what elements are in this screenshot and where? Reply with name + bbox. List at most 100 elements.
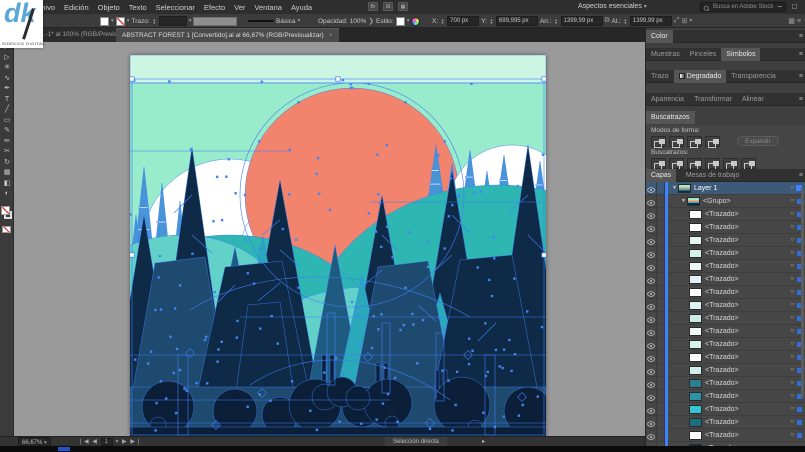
rotate-tool[interactable]: ↻ [0, 158, 14, 169]
lock-toggle[interactable] [657, 337, 665, 351]
target-circle-icon[interactable]: ○ [790, 185, 794, 191]
shape-mode-minus-front-button[interactable] [669, 135, 684, 148]
lock-toggle[interactable] [657, 182, 665, 195]
target-circle-icon[interactable]: ○ [790, 263, 794, 269]
stroke-weight-field[interactable] [158, 16, 187, 26]
line-segment-tool[interactable]: ╱ [0, 105, 14, 116]
y-field[interactable]: 699,995 px [495, 16, 538, 26]
target-circle-icon[interactable]: ○ [790, 393, 794, 399]
panel-menu-icon[interactable]: ≡ [799, 48, 803, 61]
lock-toggle[interactable] [657, 233, 665, 247]
layer-name[interactable]: <Trazado> [705, 432, 739, 439]
pathfinder-trim-button[interactable] [669, 157, 684, 170]
lock-toggle[interactable] [657, 272, 665, 286]
visibility-eye-icon[interactable] [646, 220, 657, 234]
pathfinder-minus-back-button[interactable] [741, 157, 756, 170]
layer-row[interactable]: <Trazado> ○ [646, 415, 805, 429]
lock-toggle[interactable] [657, 428, 665, 442]
target-circle-icon[interactable]: ○ [790, 380, 794, 386]
target-circle-icon[interactable]: ○ [790, 419, 794, 425]
fill-proxy-none[interactable] [1, 206, 10, 215]
visibility-eye-icon[interactable] [646, 350, 657, 364]
target-circle-icon[interactable]: ○ [790, 302, 794, 308]
visibility-eye-icon[interactable] [646, 389, 657, 403]
workspace-switcher[interactable]: Aspectos esenciales ▾ [578, 0, 647, 14]
menu-ayuda[interactable]: Ayuda [291, 3, 312, 12]
tab-alinear[interactable]: Alinear [737, 93, 769, 106]
expand-chevron-icon[interactable]: ▼ [671, 185, 678, 191]
layer-name[interactable]: Layer 1 [694, 185, 717, 192]
menu-edición[interactable]: Edición [64, 3, 89, 12]
visibility-eye-icon[interactable] [646, 272, 657, 286]
panel-menu-icon[interactable]: ≡ [799, 93, 803, 106]
visibility-eye-icon[interactable] [646, 415, 657, 429]
arrange-documents-icon[interactable]: ▦ [398, 2, 408, 11]
target-circle-icon[interactable]: ○ [790, 341, 794, 347]
panel-arrow-icon[interactable]: ❯ [368, 17, 374, 25]
pathfinder-crop-button[interactable] [705, 157, 720, 170]
lock-toggle[interactable] [657, 220, 665, 234]
rectangle-tool[interactable]: ▭ [0, 116, 14, 127]
tab-color[interactable]: Color [646, 30, 673, 43]
target-circle-icon[interactable]: ○ [790, 250, 794, 256]
mesh-tool[interactable]: ▦ [0, 168, 14, 179]
visibility-eye-icon[interactable] [646, 402, 657, 416]
none-swatch-icon[interactable] [2, 226, 11, 233]
selection-indicator[interactable] [797, 419, 802, 425]
close-icon[interactable]: × [329, 32, 333, 39]
layer-row[interactable]: <Trazado> ○ [646, 246, 805, 260]
layer-row[interactable]: <Trazado> ○ [646, 389, 805, 403]
layer-row[interactable]: <Trazado> ○ [646, 285, 805, 299]
lock-toggle[interactable] [657, 324, 665, 338]
recolor-artwork-icon[interactable] [411, 16, 421, 26]
shape-mode-unite-button[interactable] [651, 135, 666, 148]
lock-toggle[interactable] [657, 350, 665, 364]
stroke-color-swatch[interactable] [115, 16, 125, 26]
pathfinder-outline-button[interactable] [723, 157, 738, 170]
pathfinder-divide-button[interactable] [651, 157, 666, 170]
visibility-eye-icon[interactable] [646, 285, 657, 299]
tab-pinceles[interactable]: Pinceles [685, 48, 721, 61]
lock-toggle[interactable] [657, 402, 665, 416]
selection-indicator[interactable] [797, 432, 802, 438]
expand-button[interactable]: Expandir [737, 136, 779, 146]
menu-ver[interactable]: Ver [234, 3, 245, 12]
layer-name[interactable]: <Trazado> [705, 380, 739, 387]
artboard-number-field[interactable]: 1 [100, 438, 113, 446]
menu-texto[interactable]: Texto [129, 3, 147, 12]
visibility-eye-icon[interactable] [646, 363, 657, 377]
tab-degradado[interactable]: Degradado [673, 70, 727, 83]
lasso-tool[interactable]: ∿ [0, 74, 14, 85]
tab-símbolos[interactable]: Símbolos [721, 48, 761, 61]
visibility-eye-icon[interactable] [646, 259, 657, 273]
tab-trazo[interactable]: Trazo [646, 70, 674, 83]
variable-width-profile[interactable] [193, 16, 238, 26]
layer-row[interactable]: <Trazado> ○ [646, 376, 805, 390]
lock-toggle[interactable] [657, 311, 665, 325]
layer-name[interactable]: <Trazado> [705, 211, 739, 218]
layer-name[interactable]: <Trazado> [705, 406, 739, 413]
target-circle-icon[interactable]: ○ [790, 198, 794, 204]
target-circle-icon[interactable]: ○ [790, 406, 794, 412]
panel-menu-icon[interactable]: ≡ [799, 169, 803, 182]
target-circle-icon[interactable]: ○ [790, 289, 794, 295]
scissors-tool[interactable]: ✂ [0, 147, 14, 158]
lock-toggle[interactable] [657, 389, 665, 403]
layer-row[interactable]: <Trazado> ○ [646, 272, 805, 286]
stroke-weight-stepper[interactable]: ▴ ▾ [152, 17, 157, 25]
brush-definition[interactable]: Básica [276, 18, 296, 25]
transform-icon[interactable]: ⤢ [674, 17, 680, 25]
tab-muestras[interactable]: Muestras [646, 48, 685, 61]
paintbrush-tool[interactable]: ✎ [0, 126, 14, 137]
layer-row[interactable]: <Trazado> ○ [646, 259, 805, 273]
tab-capas[interactable]: Capas [646, 169, 677, 182]
layer-row[interactable]: <Trazado> ○ [646, 220, 805, 234]
gradient-tool[interactable]: ◧ [0, 179, 14, 190]
layer-row[interactable]: <Trazado> ○ [646, 337, 805, 351]
layer-name[interactable]: <Trazado> [705, 263, 739, 270]
target-circle-icon[interactable]: ○ [790, 237, 794, 243]
layer-name[interactable]: <Trazado> [705, 224, 739, 231]
lock-toggle[interactable] [657, 363, 665, 377]
layer-name[interactable]: <Trazado> [705, 341, 739, 348]
layer-name[interactable]: <Trazado> [705, 393, 739, 400]
